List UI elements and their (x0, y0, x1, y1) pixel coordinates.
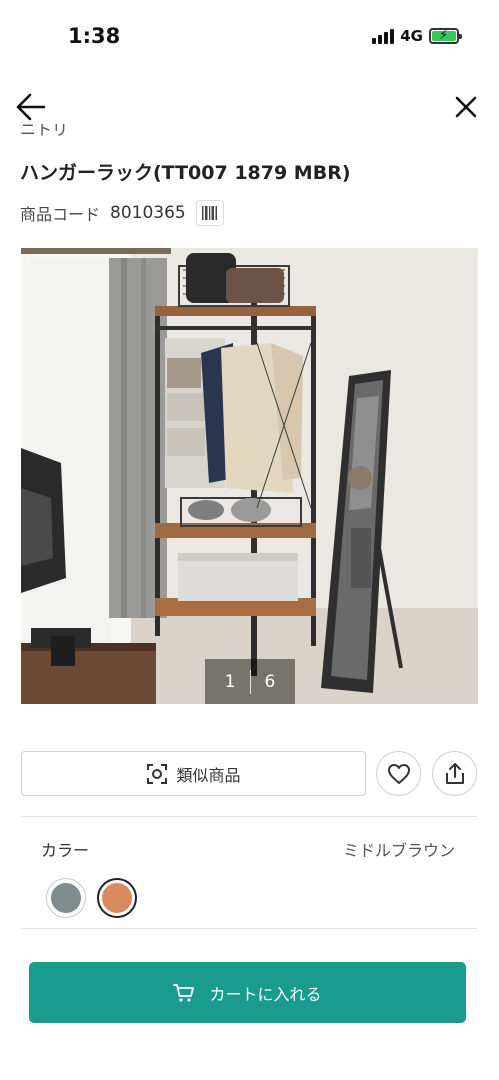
color-swatch-gray-fill (51, 883, 81, 913)
favorite-button[interactable] (376, 751, 421, 796)
image-counter-current: 1 (224, 671, 236, 692)
product-code-row: 商品コード 8010365 (20, 200, 224, 226)
add-to-cart-button[interactable]: カートに入れる (29, 962, 466, 1023)
image-counter: 1 6 (205, 659, 295, 704)
product-title: ハンガーラック(TT007 1879 MBR) (20, 162, 351, 184)
add-to-cart-label: カートに入れる (209, 984, 322, 1004)
product-photo (21, 248, 478, 704)
color-label: カラー (41, 841, 90, 860)
similar-items-button[interactable]: 類似商品 (21, 751, 366, 796)
product-code-value: 8010365 (110, 203, 186, 223)
brand-name-clipped: ニトリ (20, 124, 69, 139)
status-bar: 1:38 4G ⚡ (0, 0, 499, 70)
status-indicators: 4G ⚡ (372, 27, 462, 45)
close-button[interactable] (449, 90, 483, 124)
close-icon (455, 96, 477, 118)
status-time: 1:38 (68, 24, 121, 48)
color-swatch-gray[interactable] (46, 878, 86, 918)
heart-icon (387, 763, 410, 784)
cart-icon (173, 983, 195, 1002)
barcode-button[interactable] (195, 200, 224, 226)
nav-bar (0, 84, 499, 128)
divider (21, 816, 478, 817)
back-button[interactable] (14, 90, 50, 124)
share-icon (445, 762, 464, 784)
signal-icon (372, 28, 395, 44)
arrow-left-icon (16, 93, 46, 121)
product-code-label: 商品コード (20, 205, 101, 224)
share-button[interactable] (432, 751, 477, 796)
divider (21, 928, 478, 929)
visual-search-icon (147, 763, 168, 784)
battery-icon: ⚡ (429, 28, 462, 44)
image-counter-divider (249, 669, 251, 694)
network-type: 4G (400, 27, 423, 45)
similar-items-label: 類似商品 (176, 765, 241, 785)
color-swatch-brown-fill (102, 883, 132, 913)
barcode-icon (201, 206, 217, 220)
product-image-gallery[interactable]: 1 6 (21, 248, 478, 704)
color-swatch-middle-brown[interactable] (97, 878, 137, 918)
selected-color-name: ミドルブラウン (342, 841, 455, 860)
image-counter-total: 6 (264, 671, 276, 692)
